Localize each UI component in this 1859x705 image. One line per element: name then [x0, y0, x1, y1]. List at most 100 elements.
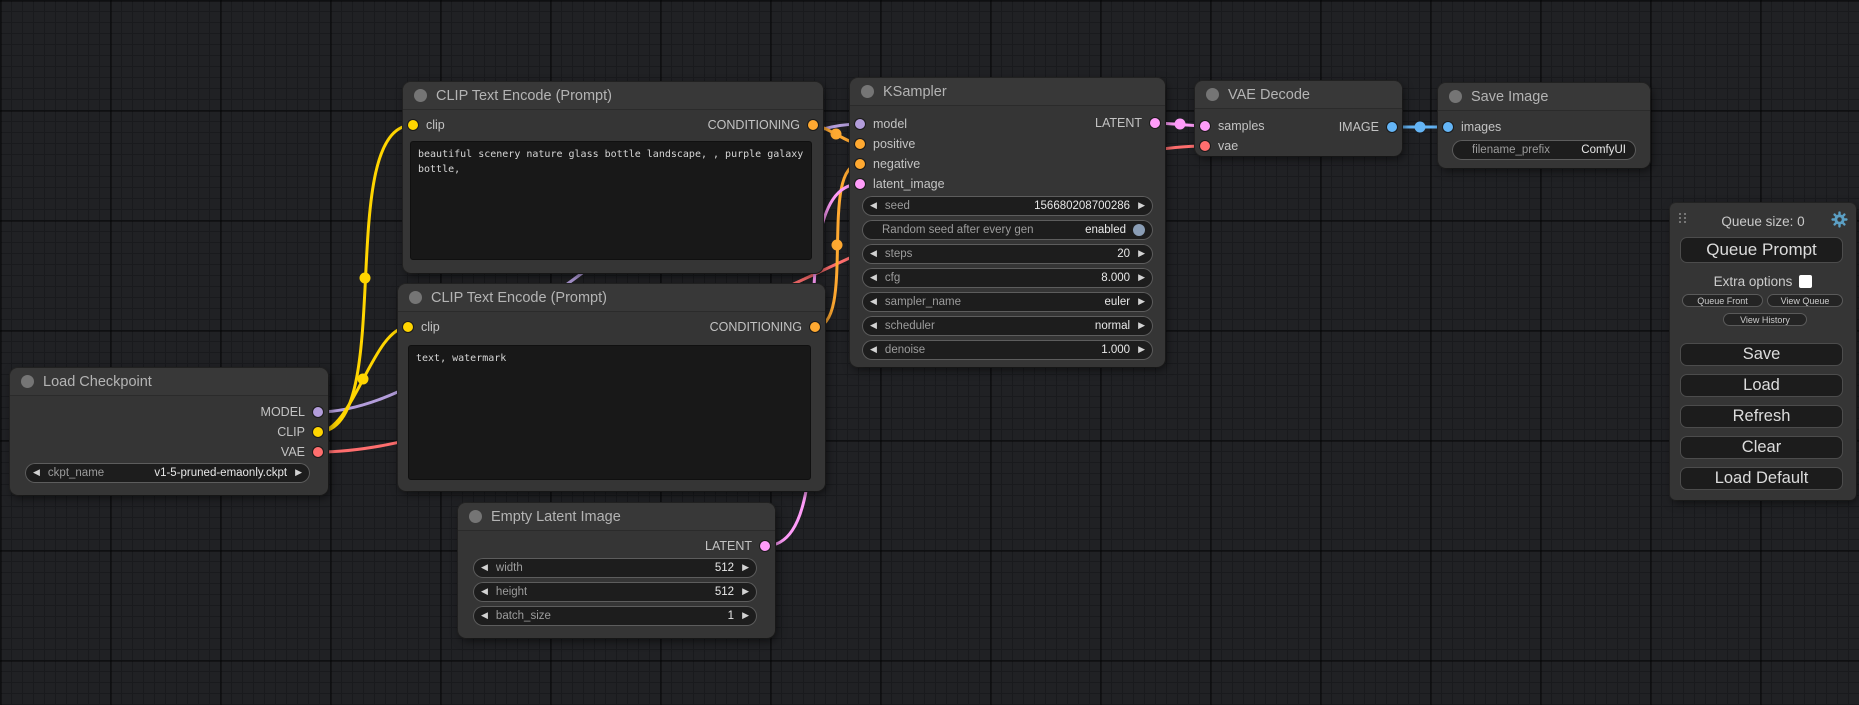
port-dot-vae[interactable] — [313, 447, 323, 457]
output-port-conditioning[interactable]: CONDITIONING — [710, 320, 820, 334]
port-dot-image[interactable] — [1387, 122, 1397, 132]
node-save-image[interactable]: Save Image images filename_prefix ComfyU… — [1438, 83, 1650, 168]
node-title-bar[interactable]: Save Image — [1438, 83, 1650, 111]
node-load-checkpoint[interactable]: Load Checkpoint MODEL CLIP VAE ◀ ckpt_na… — [10, 368, 328, 495]
node-title-bar[interactable]: Load Checkpoint — [10, 368, 328, 396]
seed-widget[interactable]: ◀ seed 156680208700286 ▶ — [862, 196, 1153, 216]
scheduler-widget[interactable]: ◀ scheduler normal ▶ — [862, 316, 1153, 336]
collapse-dot-icon[interactable] — [469, 510, 482, 523]
input-port-samples[interactable]: samples — [1200, 119, 1265, 133]
view-history-button[interactable]: View History — [1723, 313, 1807, 326]
port-dot-clip[interactable] — [403, 322, 413, 332]
load-default-button[interactable]: Load Default — [1680, 467, 1843, 490]
port-dot-conditioning[interactable] — [810, 322, 820, 332]
sampler-name-widget[interactable]: ◀ sampler_name euler ▶ — [862, 292, 1153, 312]
decrement-arrow-icon[interactable]: ◀ — [870, 196, 877, 216]
node-title-bar[interactable]: VAE Decode — [1195, 81, 1402, 109]
increment-arrow-icon[interactable]: ▶ — [1138, 244, 1145, 264]
queue-front-button[interactable]: Queue Front — [1682, 294, 1763, 307]
gear-icon[interactable] — [1831, 211, 1848, 228]
port-dot-samples[interactable] — [1200, 121, 1210, 131]
comfyui-canvas[interactable]: { "colors": { "MODEL": "#B39DDB", "CLIP"… — [0, 0, 1859, 705]
input-port-model[interactable]: model — [855, 117, 907, 131]
save-button[interactable]: Save — [1680, 343, 1843, 366]
collapse-dot-icon[interactable] — [1449, 90, 1462, 103]
port-dot-vae[interactable] — [1200, 141, 1210, 151]
negative-prompt-textarea[interactable]: text, watermark — [408, 345, 811, 480]
input-port-negative[interactable]: negative — [855, 157, 920, 171]
decrement-arrow-icon[interactable]: ◀ — [870, 316, 877, 336]
random-seed-widget[interactable]: Random seed after every gen enabled — [862, 220, 1153, 240]
input-port-positive[interactable]: positive — [855, 137, 915, 151]
positive-prompt-textarea[interactable]: beautiful scenery nature glass bottle la… — [410, 141, 812, 260]
clear-button[interactable]: Clear — [1680, 436, 1843, 459]
input-port-latent-image[interactable]: latent_image — [855, 177, 945, 191]
collapse-dot-icon[interactable] — [1206, 88, 1219, 101]
port-dot-positive[interactable] — [855, 139, 865, 149]
steps-widget[interactable]: ◀ steps 20 ▶ — [862, 244, 1153, 264]
decrement-arrow-icon[interactable]: ◀ — [870, 292, 877, 312]
decrement-arrow-icon[interactable]: ◀ — [33, 463, 40, 483]
load-button[interactable]: Load — [1680, 374, 1843, 397]
node-title-bar[interactable]: CLIP Text Encode (Prompt) — [398, 284, 825, 312]
toggle-dot-icon[interactable] — [1133, 224, 1145, 236]
output-port-model[interactable]: MODEL — [261, 405, 323, 419]
output-port-conditioning[interactable]: CONDITIONING — [708, 118, 818, 132]
port-dot-conditioning[interactable] — [808, 120, 818, 130]
port-dot-clip[interactable] — [408, 120, 418, 130]
decrement-arrow-icon[interactable]: ◀ — [870, 268, 877, 288]
refresh-button[interactable]: Refresh — [1680, 405, 1843, 428]
port-dot-model[interactable] — [855, 119, 865, 129]
decrement-arrow-icon[interactable]: ◀ — [870, 244, 877, 264]
collapse-dot-icon[interactable] — [409, 291, 422, 304]
extra-options-checkbox[interactable] — [1799, 275, 1812, 288]
batch-size-widget[interactable]: ◀ batch_size 1 ▶ — [473, 606, 757, 626]
output-port-latent[interactable]: LATENT — [1095, 116, 1160, 130]
node-title-bar[interactable]: Empty Latent Image — [458, 503, 775, 531]
increment-arrow-icon[interactable]: ▶ — [295, 463, 302, 483]
ckpt-name-widget[interactable]: ◀ ckpt_name v1-5-pruned-emaonly.ckpt ▶ — [25, 463, 310, 483]
node-ksampler[interactable]: KSampler model positive negative latent_… — [850, 78, 1165, 367]
denoise-widget[interactable]: ◀ denoise 1.000 ▶ — [862, 340, 1153, 360]
output-port-clip[interactable]: CLIP — [277, 425, 323, 439]
input-port-clip[interactable]: clip — [408, 118, 445, 132]
node-clip-text-encode-positive[interactable]: CLIP Text Encode (Prompt) clip CONDITION… — [403, 82, 823, 273]
port-dot-negative[interactable] — [855, 159, 865, 169]
decrement-arrow-icon[interactable]: ◀ — [481, 606, 488, 626]
port-dot-latent[interactable] — [1150, 118, 1160, 128]
collapse-dot-icon[interactable] — [21, 375, 34, 388]
queue-prompt-button[interactable]: Queue Prompt — [1680, 237, 1843, 263]
collapse-dot-icon[interactable] — [861, 85, 874, 98]
port-dot-model[interactable] — [313, 407, 323, 417]
output-port-vae[interactable]: VAE — [281, 445, 323, 459]
cfg-widget[interactable]: ◀ cfg 8.000 ▶ — [862, 268, 1153, 288]
output-port-image[interactable]: IMAGE — [1339, 120, 1397, 134]
increment-arrow-icon[interactable]: ▶ — [742, 558, 749, 578]
port-dot-images[interactable] — [1443, 122, 1453, 132]
port-dot-latent[interactable] — [760, 541, 770, 551]
port-dot-latent-image[interactable] — [855, 179, 865, 189]
increment-arrow-icon[interactable]: ▶ — [742, 582, 749, 602]
node-clip-text-encode-negative[interactable]: CLIP Text Encode (Prompt) clip CONDITION… — [398, 284, 825, 491]
filename-prefix-widget[interactable]: filename_prefix ComfyUI — [1452, 140, 1636, 160]
output-port-latent[interactable]: LATENT — [705, 539, 770, 553]
node-title-bar[interactable]: KSampler — [850, 78, 1165, 106]
decrement-arrow-icon[interactable]: ◀ — [481, 558, 488, 578]
collapse-dot-icon[interactable] — [414, 89, 427, 102]
increment-arrow-icon[interactable]: ▶ — [1138, 316, 1145, 336]
input-port-clip[interactable]: clip — [403, 320, 440, 334]
increment-arrow-icon[interactable]: ▶ — [1138, 196, 1145, 216]
width-widget[interactable]: ◀ width 512 ▶ — [473, 558, 757, 578]
view-queue-button[interactable]: View Queue — [1767, 294, 1843, 307]
decrement-arrow-icon[interactable]: ◀ — [870, 340, 877, 360]
decrement-arrow-icon[interactable]: ◀ — [481, 582, 488, 602]
node-empty-latent-image[interactable]: Empty Latent Image LATENT ◀ width 512 ▶ … — [458, 503, 775, 638]
node-vae-decode[interactable]: VAE Decode samples vae IMAGE — [1195, 81, 1402, 156]
node-title-bar[interactable]: CLIP Text Encode (Prompt) — [403, 82, 823, 110]
increment-arrow-icon[interactable]: ▶ — [1138, 340, 1145, 360]
height-widget[interactable]: ◀ height 512 ▶ — [473, 582, 757, 602]
input-port-vae[interactable]: vae — [1200, 139, 1238, 153]
input-port-images[interactable]: images — [1443, 120, 1501, 134]
increment-arrow-icon[interactable]: ▶ — [1138, 268, 1145, 288]
increment-arrow-icon[interactable]: ▶ — [1138, 292, 1145, 312]
